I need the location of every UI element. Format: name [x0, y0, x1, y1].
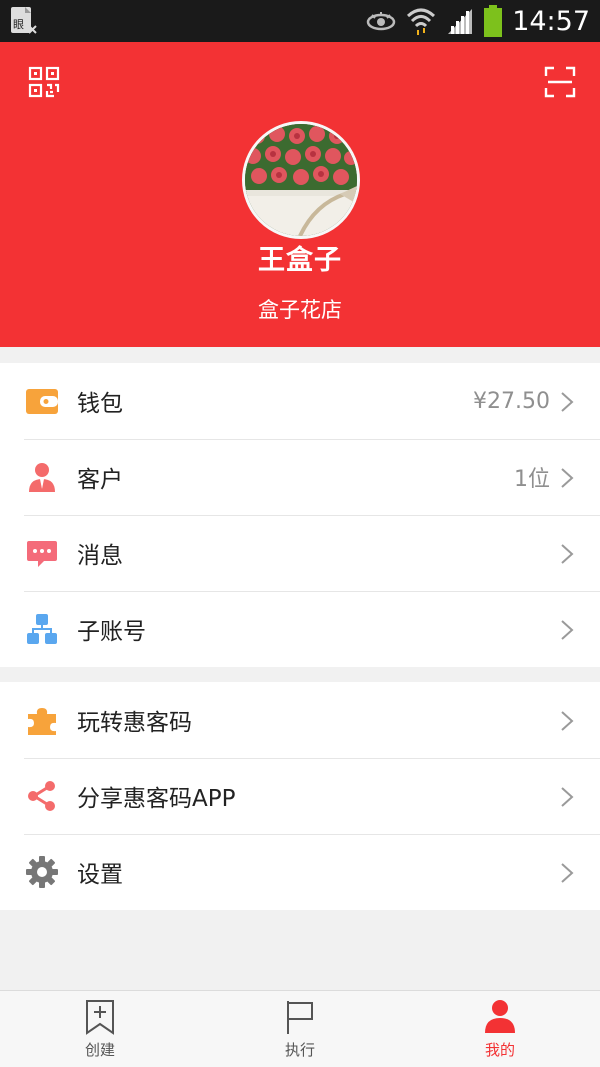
wifi-icon [407, 8, 436, 35]
menu-item-customers[interactable]: 客户 1位 [0, 439, 600, 515]
chevron-right-icon [561, 392, 574, 412]
tab-execute[interactable]: 执行 [200, 991, 400, 1067]
puzzle-icon [28, 708, 56, 735]
avatar[interactable] [242, 121, 360, 239]
menu-label: 玩转惠客码 [77, 710, 192, 736]
shop-name: 盒子花店 [258, 298, 342, 322]
scan-icon[interactable] [544, 66, 576, 98]
status-time: 14:57 [512, 5, 590, 37]
menu-item-share-app[interactable]: 分享惠客码APP [0, 758, 600, 834]
profile-header: 王盒子 盒子花店 [0, 42, 600, 347]
wallet-icon [26, 389, 58, 414]
notification-app-icon: 眼 [11, 7, 37, 34]
menu-label: 分享惠客码APP [77, 786, 236, 812]
tab-mine[interactable]: 我的 [400, 991, 600, 1067]
svg-text:眼: 眼 [13, 18, 24, 31]
person-icon [485, 1000, 515, 1033]
customer-icon [29, 463, 55, 492]
tab-create[interactable]: 创建 [0, 991, 200, 1067]
menu-group-more: 玩转惠客码 分享惠客码APP 设置 [0, 682, 600, 910]
menu-item-sub-accounts[interactable]: 子账号 [0, 591, 600, 667]
tab-label: 执行 [284, 1041, 315, 1059]
user-name: 王盒子 [258, 245, 342, 276]
menu-item-settings[interactable]: 设置 [0, 834, 600, 910]
qr-code-icon[interactable] [28, 66, 60, 98]
wallet-balance: ¥27.50 [473, 388, 550, 414]
tab-label: 创建 [84, 1041, 115, 1059]
menu-label: 客户 [77, 467, 123, 493]
customer-count: 1位 [514, 467, 550, 492]
menu-label: 钱包 [77, 391, 123, 417]
roses-photo [245, 124, 357, 236]
menu-label: 设置 [77, 862, 123, 888]
chevron-right-icon [561, 468, 574, 488]
share-icon [28, 781, 55, 811]
signal-icon [448, 9, 473, 34]
flag-icon [287, 1001, 313, 1034]
message-icon [27, 541, 57, 567]
tab-label: 我的 [484, 1041, 515, 1059]
menu-label: 子账号 [77, 619, 146, 645]
sub-account-icon [27, 614, 57, 644]
menu-group-account: 钱包 ¥27.50 客户 1位 消息 子账号 [0, 363, 600, 667]
battery-icon [484, 5, 503, 37]
chevron-right-icon [561, 711, 574, 731]
chevron-right-icon [561, 544, 574, 564]
menu-item-messages[interactable]: 消息 [0, 515, 600, 591]
menu-item-guide[interactable]: 玩转惠客码 [0, 682, 600, 758]
gear-icon [26, 856, 58, 888]
eye-icon [366, 12, 396, 31]
menu-item-wallet[interactable]: 钱包 ¥27.50 [0, 363, 600, 439]
menu-label: 消息 [77, 543, 123, 569]
status-bar: 眼 14:57 [0, 0, 600, 42]
chevron-right-icon [561, 863, 574, 883]
bottom-tab-bar: 创建 执行 我的 [0, 990, 600, 1067]
create-bookmark-icon [86, 1000, 114, 1035]
chevron-right-icon [561, 787, 574, 807]
chevron-right-icon [561, 620, 574, 640]
